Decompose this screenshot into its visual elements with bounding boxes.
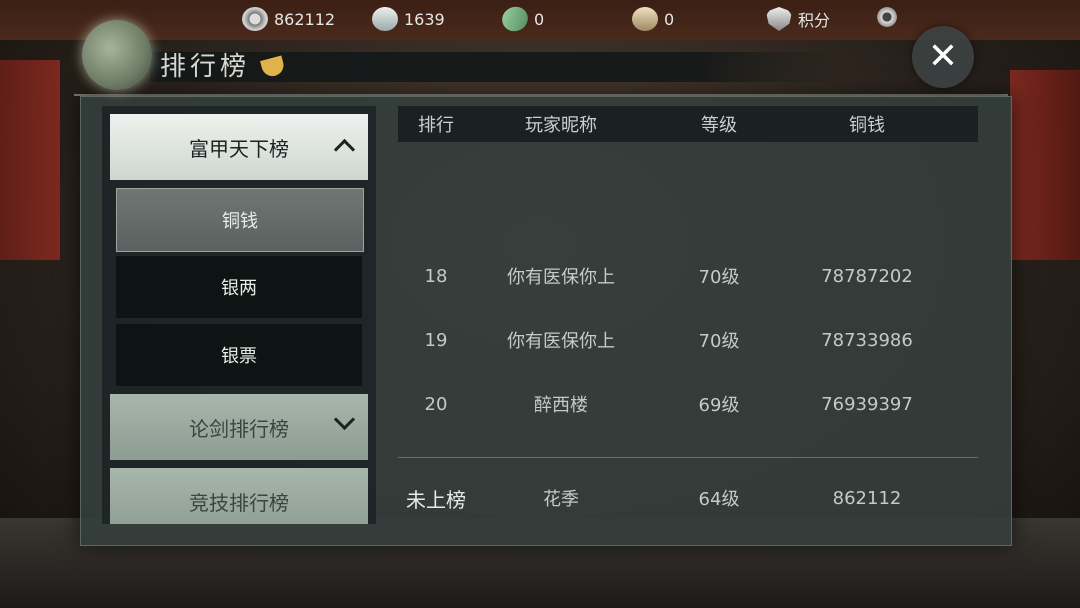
category-menu: 富甲天下榜 铜钱 银两 银票 论剑排行榜 竞技排行榜 [102, 106, 376, 524]
row-coin: 78787202 [821, 265, 913, 287]
currency-points[interactable]: 积分 [766, 6, 830, 32]
row-rank: 20 [424, 393, 448, 415]
currency-silver[interactable]: 1639 [372, 6, 445, 32]
currency-silver-value: 1639 [404, 9, 445, 29]
subcategory-silver[interactable]: 银两 [116, 256, 362, 318]
chevron-up-icon [333, 138, 356, 161]
currency-points-label: 积分 [798, 11, 831, 30]
row-rank: 18 [424, 265, 448, 287]
row-name: 醉西楼 [534, 395, 588, 416]
subcategory-banknote[interactable]: 银票 [116, 324, 362, 386]
row-coin: 78733986 [821, 329, 913, 351]
subcategory-silver-label: 银两 [221, 278, 257, 299]
title-bar [150, 52, 840, 82]
currency-banknote[interactable]: 0 [498, 2, 545, 36]
header-coin: 铜钱 [849, 115, 885, 136]
background-pillar-right [1010, 70, 1080, 260]
my-name: 花季 [543, 489, 579, 510]
close-icon: ✕ [927, 36, 959, 77]
row-level: 70级 [698, 267, 740, 288]
my-rank: 未上榜 [406, 487, 466, 512]
film-reel-icon [242, 7, 268, 31]
row-name: 你有医保你上 [507, 331, 615, 352]
my-level: 64级 [698, 489, 740, 510]
currency-copper-value: 862112 [274, 9, 336, 29]
close-button[interactable]: ✕ [912, 26, 974, 88]
row-name: 你有医保你上 [507, 267, 615, 288]
page-title: 排行榜 [160, 52, 251, 82]
category-arena[interactable]: 竞技排行榜 [110, 468, 368, 524]
header-name: 玩家昵称 [525, 115, 597, 136]
chevron-down-icon [333, 408, 356, 431]
table-row[interactable]: 20 醉西楼 69级 76939397 [398, 384, 978, 424]
background-pillar-left [0, 60, 60, 260]
category-arena-label: 竞技排行榜 [189, 490, 289, 515]
category-wealth[interactable]: 富甲天下榜 [110, 114, 368, 180]
gold-ingot-plus-icon [632, 7, 658, 31]
gear-icon [874, 5, 900, 29]
shield-points-icon [766, 7, 792, 31]
banknote-plus-icon [498, 2, 532, 36]
table-row[interactable]: 19 你有医保你上 70级 78733986 [398, 320, 978, 360]
table-row[interactable]: 18 你有医保你上 70级 78787202 [398, 256, 978, 296]
silver-ingot-icon [372, 7, 398, 31]
my-rank-row: 未上榜 花季 64级 862112 [398, 478, 978, 518]
row-level: 70级 [698, 331, 740, 352]
category-duel-label: 论剑排行榜 [189, 416, 289, 441]
settings-button[interactable] [874, 4, 906, 30]
currency-banknote-value: 0 [534, 9, 545, 29]
currency-gold[interactable]: 0 [632, 6, 674, 32]
currency-copper[interactable]: 862112 [242, 6, 335, 32]
category-duel[interactable]: 论剑排行榜 [110, 394, 368, 460]
currency-bar: 862112 1639 0 0 积分 [0, 0, 1080, 38]
subcategory-copper-label: 铜钱 [222, 211, 258, 232]
moon-emblem-icon [82, 20, 152, 90]
my-coin: 862112 [832, 487, 902, 509]
table-divider [398, 457, 978, 458]
row-level: 69级 [698, 395, 740, 416]
row-coin: 76939397 [821, 393, 913, 415]
currency-gold-value: 0 [664, 9, 675, 29]
header-level: 等级 [701, 115, 737, 136]
subcategory-banknote-label: 银票 [221, 346, 257, 367]
subcategory-copper[interactable]: 铜钱 [116, 188, 364, 252]
header-rank: 排行 [418, 115, 454, 136]
table-header: 排行 玩家昵称 等级 铜钱 [398, 106, 978, 142]
row-rank: 19 [424, 329, 448, 351]
category-wealth-label: 富甲天下榜 [189, 136, 289, 161]
ranking-table: 排行 玩家昵称 等级 铜钱 18 你有医保你上 70级 78787202 19 … [398, 106, 980, 524]
